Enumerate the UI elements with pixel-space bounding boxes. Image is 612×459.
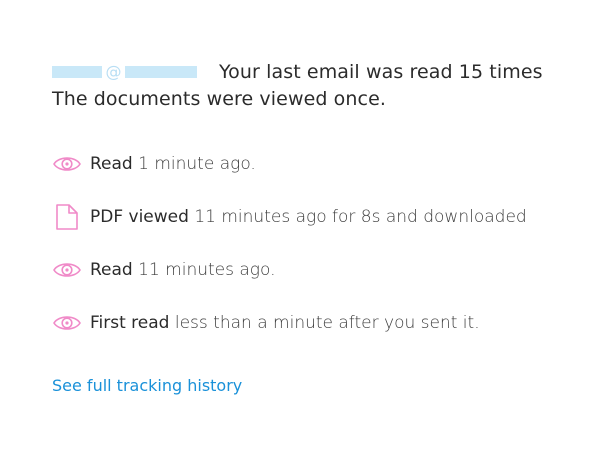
event-label: PDF viewed <box>90 207 189 227</box>
eye-icon <box>52 146 84 182</box>
event-text: PDF viewed 11 minutes ago for 8s and dow… <box>90 207 527 227</box>
tracking-event-list: Read 1 minute ago. PDF viewed 11 minutes… <box>52 146 592 358</box>
event-detail: 11 minutes ago. <box>132 260 276 280</box>
summary-line-one: @ Your last email was read 15 times <box>52 60 592 84</box>
email-at-sign: @ <box>105 62 122 81</box>
event-text: First read less than a minute after you … <box>90 313 480 333</box>
redacted-recipient-email: @ <box>52 62 197 81</box>
event-detail: 11 minutes ago for 8s and downloaded <box>188 207 527 227</box>
tracking-event: Read 11 minutes ago. <box>52 252 592 288</box>
redaction-bar <box>52 66 102 78</box>
tracking-event: First read less than a minute after you … <box>52 305 592 341</box>
event-label: Read <box>90 260 133 280</box>
document-icon <box>52 199 84 235</box>
event-label: First read <box>90 313 170 333</box>
event-text: Read 1 minute ago. <box>90 154 256 174</box>
eye-icon <box>52 252 84 288</box>
event-label: Read <box>90 154 133 174</box>
tracking-event: Read 1 minute ago. <box>52 146 592 182</box>
eye-icon <box>52 305 84 341</box>
tracking-event: PDF viewed 11 minutes ago for 8s and dow… <box>52 199 592 235</box>
tracking-summary: @ Your last email was read 15 times The … <box>52 60 592 110</box>
see-full-tracking-history-link[interactable]: See full tracking history <box>52 376 242 395</box>
event-detail: less than a minute after you sent it. <box>169 313 480 333</box>
documents-viewed-headline: The documents were viewed once. <box>52 88 387 110</box>
event-text: Read 11 minutes ago. <box>90 260 276 280</box>
read-count-headline: Your last email was read 15 times <box>219 61 543 83</box>
redaction-bar <box>125 66 197 78</box>
event-detail: 1 minute ago. <box>132 154 256 174</box>
tracking-summary-card: @ Your last email was read 15 times The … <box>0 0 612 459</box>
